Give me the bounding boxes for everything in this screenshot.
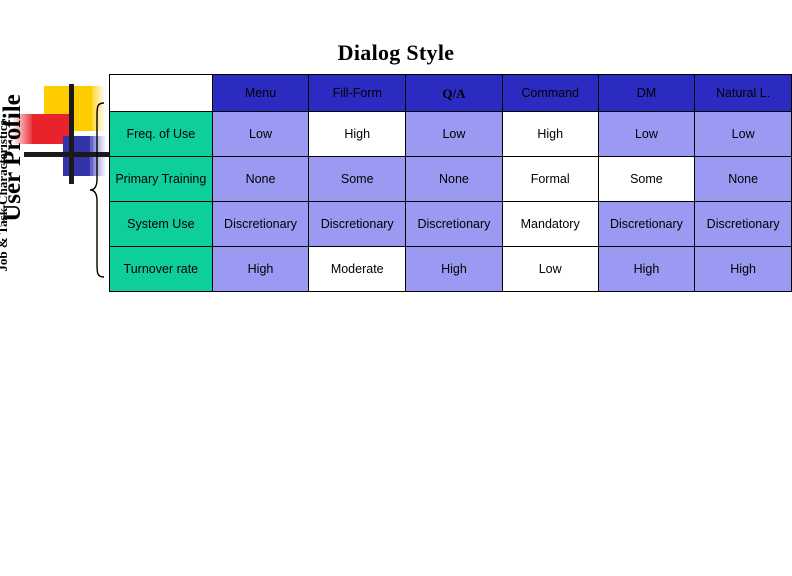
comparison-table: Menu Fill-Form Q/A Command DM Natural L.…: [109, 74, 792, 292]
dialog-style-matrix: Menu Fill-Form Q/A Command DM Natural L.…: [109, 74, 792, 292]
cell-freq-natural: Low: [694, 111, 792, 157]
column-header-dm: DM: [597, 74, 696, 112]
cell-turnover-natural: High: [694, 246, 792, 292]
column-header-natural-language: Natural L.: [694, 74, 792, 112]
cell-systemuse-dm: Discretionary: [597, 201, 696, 247]
row-header-turnover-rate: Turnover rate: [109, 246, 213, 292]
page-title: Dialog Style: [337, 40, 455, 65]
table-row: System Use Discretionary Discretionary D…: [109, 201, 792, 247]
cell-systemuse-fill-form: Discretionary: [308, 201, 407, 247]
cell-systemuse-command: Mandatory: [501, 201, 599, 247]
job-task-characteristics-label: Job & Task Characteristics: [0, 120, 10, 272]
table-row: Primary Training None Some None Formal S…: [109, 156, 792, 202]
vertical-bar: [69, 84, 74, 184]
column-header-fill-form: Fill-Form: [308, 74, 407, 112]
row-group-brace-icon: [89, 102, 105, 278]
cell-training-menu: None: [211, 156, 310, 202]
cell-freq-menu: Low: [211, 111, 310, 157]
table-corner-cell: [109, 74, 213, 112]
cell-freq-dm: Low: [597, 111, 696, 157]
cell-systemuse-natural: Discretionary: [694, 201, 792, 247]
cell-turnover-fill-form: Moderate: [308, 246, 407, 292]
cell-systemuse-menu: Discretionary: [211, 201, 310, 247]
cell-training-command: Formal: [501, 156, 599, 202]
table-row: Freq. of Use Low High Low High Low Low: [109, 111, 792, 157]
cell-training-fill-form: Some: [308, 156, 407, 202]
row-header-system-use: System Use: [109, 201, 213, 247]
cell-turnover-qa: High: [405, 246, 503, 292]
cell-freq-command: High: [501, 111, 599, 157]
column-header-command: Command: [501, 74, 599, 112]
cell-systemuse-qa: Discretionary: [405, 201, 503, 247]
row-header-primary-training: Primary Training: [109, 156, 213, 202]
row-header-freq-of-use: Freq. of Use: [109, 111, 213, 157]
cell-freq-fill-form: High: [308, 111, 407, 157]
cell-training-dm: Some: [597, 156, 696, 202]
cell-turnover-menu: High: [211, 246, 310, 292]
column-header-menu: Menu: [211, 74, 310, 112]
table-header-row: Menu Fill-Form Q/A Command DM Natural L.: [109, 74, 792, 112]
cell-training-qa: None: [405, 156, 503, 202]
cell-turnover-command: Low: [501, 246, 599, 292]
column-header-qa: Q/A: [405, 74, 503, 112]
cell-turnover-dm: High: [597, 246, 696, 292]
table-row: Turnover rate High Moderate High Low Hig…: [109, 246, 792, 292]
cell-freq-qa: Low: [405, 111, 503, 157]
cell-training-natural: None: [694, 156, 792, 202]
